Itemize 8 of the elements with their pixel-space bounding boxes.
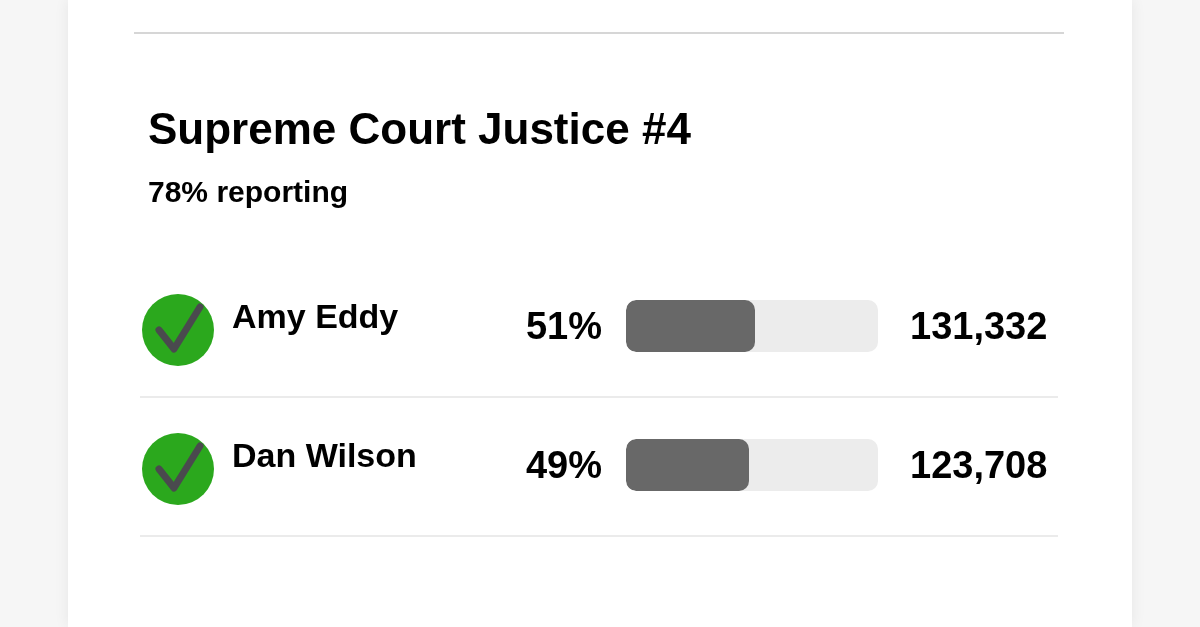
candidate-name: Amy Eddy <box>232 297 399 335</box>
race-title: Supreme Court Justice #4 <box>148 107 692 151</box>
candidate-name: Dan Wilson <box>232 436 417 474</box>
vote-count: 131,332 <box>910 307 1049 345</box>
vote-count: 123,708 <box>910 446 1049 484</box>
vote-percent: 49% <box>525 446 602 484</box>
vote-percent: 51% <box>525 307 602 345</box>
reporting-status: 78% reporting <box>148 177 350 207</box>
